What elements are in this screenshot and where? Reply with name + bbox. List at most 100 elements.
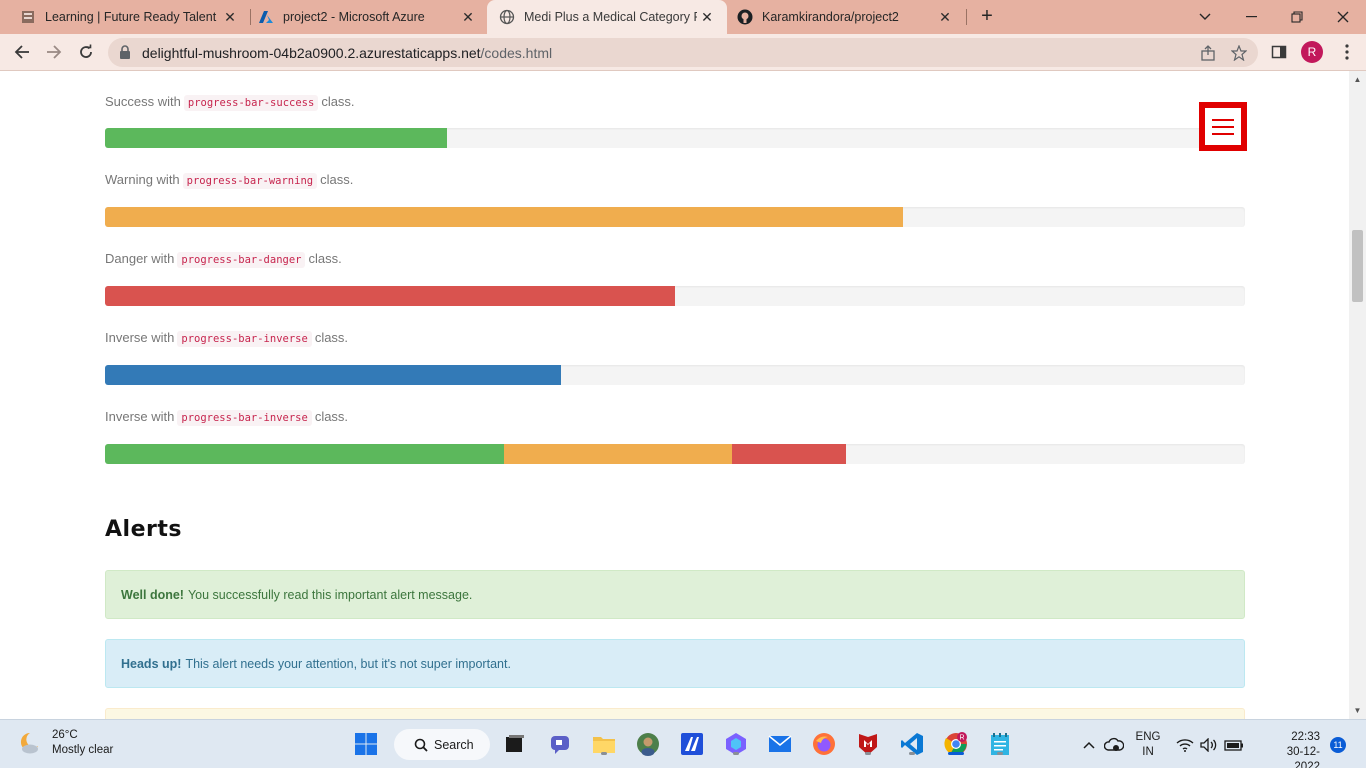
side-panel-button[interactable] bbox=[1266, 39, 1292, 65]
weather-temp: 26°C bbox=[52, 729, 78, 741]
close-icon[interactable]: ✕ bbox=[220, 7, 240, 27]
label-text: Inverse with bbox=[105, 330, 175, 345]
windows-taskbar: 26°C Mostly clear Search R ENG IN 22:33 … bbox=[0, 719, 1366, 768]
taskbar-clock[interactable]: 22:33 30-12-2022 bbox=[1270, 730, 1320, 768]
reload-button[interactable] bbox=[73, 39, 99, 65]
firefox-button[interactable] bbox=[810, 730, 838, 758]
network-button[interactable] bbox=[1176, 720, 1194, 768]
label-text: Inverse with bbox=[105, 409, 175, 424]
tab-title: Karamkirandora/project2 bbox=[762, 10, 899, 24]
clock-time: 22:33 bbox=[1291, 731, 1320, 743]
progress-label-warning: Warning with progress-bar-warning class. bbox=[105, 172, 353, 189]
restore-button[interactable] bbox=[1274, 0, 1320, 34]
windows-logo-icon bbox=[355, 733, 377, 755]
tab-azure[interactable]: project2 - Microsoft Azure ✕ bbox=[238, 0, 488, 34]
label-text: Danger with bbox=[105, 251, 175, 266]
alert-success: Well done! You successfully read this imp… bbox=[105, 570, 1245, 619]
profile-avatar[interactable]: R bbox=[1301, 41, 1323, 63]
chrome-button[interactable]: R bbox=[942, 730, 970, 758]
menu-icon-frame bbox=[1205, 108, 1241, 145]
class-code: progress-bar-danger bbox=[177, 252, 306, 268]
lock-icon[interactable] bbox=[119, 45, 131, 65]
tab-search-button[interactable] bbox=[1182, 0, 1228, 34]
running-indicator bbox=[733, 752, 739, 755]
progress-bar-success bbox=[105, 128, 447, 148]
kebab-menu-icon[interactable] bbox=[1334, 39, 1360, 65]
browser-tab-strip: Learning | Future Ready Talent ✕ project… bbox=[0, 0, 1366, 34]
label-suffix: class. bbox=[308, 251, 342, 266]
label-text: Success with bbox=[105, 94, 181, 109]
lang-top: ENG bbox=[1135, 730, 1161, 743]
tab-medi-plus[interactable]: Medi Plus a Medical Category Fla ✕ bbox=[487, 0, 727, 34]
tab-title: Learning | Future Ready Talent bbox=[45, 10, 217, 24]
input-language-button[interactable]: ENG IN bbox=[1135, 720, 1161, 768]
mcafee-button[interactable] bbox=[854, 730, 882, 758]
progress-label-danger: Danger with progress-bar-danger class. bbox=[105, 251, 342, 268]
battery-button[interactable] bbox=[1224, 720, 1244, 768]
file-explorer-button[interactable] bbox=[590, 730, 618, 758]
progress-bar-danger bbox=[105, 286, 675, 306]
share-icon[interactable] bbox=[1198, 43, 1218, 63]
mail-button[interactable] bbox=[766, 730, 794, 758]
page-scrollbar[interactable]: ▲ ▼ bbox=[1349, 71, 1366, 719]
close-icon[interactable]: ✕ bbox=[935, 7, 955, 27]
url-text: delightful-mushroom-04b2a0900.2.azuresta… bbox=[142, 45, 552, 61]
notepad-button[interactable] bbox=[986, 730, 1014, 758]
taskbar-search[interactable]: Search bbox=[394, 729, 490, 760]
notification-badge[interactable]: 11 bbox=[1330, 737, 1346, 753]
back-button[interactable] bbox=[9, 39, 35, 65]
running-indicator bbox=[909, 752, 915, 755]
bookmark-star-icon[interactable] bbox=[1229, 43, 1249, 63]
progress-bar-danger bbox=[732, 444, 846, 464]
scroll-down-arrow-icon[interactable]: ▼ bbox=[1353, 706, 1362, 715]
task-view-button[interactable] bbox=[501, 730, 529, 758]
course-icon bbox=[20, 9, 36, 25]
close-window-button[interactable] bbox=[1320, 0, 1366, 34]
weather-text: 26°C Mostly clear bbox=[52, 728, 113, 758]
weather-widget[interactable]: 26°C Mostly clear bbox=[16, 728, 113, 758]
forward-button[interactable] bbox=[41, 39, 67, 65]
progress-stacked bbox=[105, 444, 1245, 464]
class-code: progress-bar-success bbox=[183, 95, 319, 111]
azure-data-studio-button[interactable] bbox=[678, 730, 706, 758]
close-icon[interactable]: ✕ bbox=[697, 7, 717, 27]
hamburger-menu-button[interactable] bbox=[1199, 102, 1247, 151]
tab-title: Medi Plus a Medical Category Fla bbox=[524, 10, 697, 24]
scroll-up-arrow-icon[interactable]: ▲ bbox=[1353, 75, 1362, 84]
teams-chat-button[interactable] bbox=[546, 730, 574, 758]
task-view-icon bbox=[506, 735, 524, 752]
chat-icon bbox=[551, 736, 569, 754]
alert-warning bbox=[105, 708, 1245, 719]
progress-inverse bbox=[105, 365, 1245, 385]
running-indicator bbox=[865, 752, 871, 755]
volume-button[interactable] bbox=[1200, 720, 1218, 768]
search-label: Search bbox=[434, 737, 474, 752]
alert-text: You successfully read this important ale… bbox=[187, 587, 473, 602]
progress-danger bbox=[105, 286, 1245, 306]
photo-app-button[interactable] bbox=[634, 730, 662, 758]
azure-app-icon bbox=[681, 733, 703, 755]
label-suffix: class. bbox=[321, 94, 355, 109]
class-code: progress-bar-warning bbox=[182, 173, 318, 189]
progress-bar-success bbox=[105, 444, 504, 464]
progress-success bbox=[105, 128, 1245, 148]
copilot-app-button[interactable] bbox=[722, 730, 750, 758]
github-icon bbox=[737, 9, 753, 25]
start-button[interactable] bbox=[352, 730, 380, 758]
minimize-button[interactable] bbox=[1228, 0, 1274, 34]
show-hidden-icons-button[interactable] bbox=[1082, 720, 1096, 768]
progress-bar-inverse bbox=[105, 365, 561, 385]
close-icon[interactable]: ✕ bbox=[458, 7, 478, 27]
tab-github[interactable]: Karamkirandora/project2 ✕ bbox=[727, 0, 965, 34]
onedrive-sync-button[interactable] bbox=[1104, 720, 1124, 768]
tab-learning[interactable]: Learning | Future Ready Talent ✕ bbox=[0, 0, 250, 34]
wifi-icon bbox=[1176, 738, 1194, 752]
scroll-thumb[interactable] bbox=[1352, 230, 1363, 302]
new-tab-button[interactable]: + bbox=[976, 5, 998, 27]
vscode-button[interactable] bbox=[898, 730, 926, 758]
progress-bar-warning bbox=[105, 207, 903, 227]
address-bar[interactable]: delightful-mushroom-04b2a0900.2.azuresta… bbox=[108, 38, 1258, 67]
browser-toolbar: delightful-mushroom-04b2a0900.2.azuresta… bbox=[0, 34, 1366, 71]
label-text: Warning with bbox=[105, 172, 180, 187]
page-viewport: Success with progress-bar-success class. W… bbox=[0, 71, 1349, 719]
